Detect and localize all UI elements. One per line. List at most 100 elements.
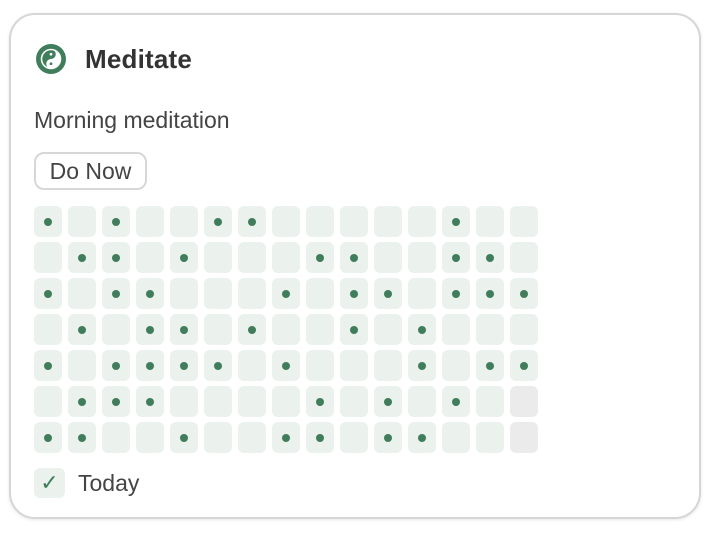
history-cell-done[interactable] — [170, 314, 198, 345]
history-cell[interactable] — [272, 314, 300, 345]
history-cell[interactable] — [442, 422, 470, 453]
history-cell[interactable] — [408, 278, 436, 309]
history-cell-done[interactable] — [170, 422, 198, 453]
today-checkbox[interactable]: ✓ — [34, 468, 65, 498]
history-cell-done[interactable] — [68, 422, 96, 453]
history-cell[interactable] — [238, 278, 266, 309]
history-cell[interactable] — [476, 386, 504, 417]
history-cell-done[interactable] — [102, 386, 130, 417]
history-cell[interactable] — [34, 314, 62, 345]
history-cell-done[interactable] — [272, 278, 300, 309]
history-cell-done[interactable] — [204, 206, 232, 237]
history-cell[interactable] — [204, 422, 232, 453]
history-cell[interactable] — [340, 422, 368, 453]
history-cell[interactable] — [170, 206, 198, 237]
history-cell[interactable] — [476, 422, 504, 453]
history-cell-done[interactable] — [34, 350, 62, 381]
history-cell[interactable] — [306, 278, 334, 309]
history-cell[interactable] — [102, 422, 130, 453]
history-cell-done[interactable] — [408, 314, 436, 345]
history-cell-done[interactable] — [476, 242, 504, 273]
history-cell[interactable] — [238, 422, 266, 453]
history-cell[interactable] — [136, 206, 164, 237]
history-cell-done[interactable] — [510, 350, 538, 381]
history-cell-done[interactable] — [170, 350, 198, 381]
history-cell[interactable] — [340, 386, 368, 417]
history-cell[interactable] — [102, 314, 130, 345]
history-cell-done[interactable] — [442, 206, 470, 237]
history-cell[interactable] — [306, 206, 334, 237]
history-cell[interactable] — [238, 350, 266, 381]
history-cell[interactable] — [510, 242, 538, 273]
do-now-button[interactable]: Do Now — [34, 152, 147, 190]
history-cell-done[interactable] — [68, 242, 96, 273]
history-cell-done[interactable] — [136, 386, 164, 417]
history-cell[interactable] — [272, 386, 300, 417]
history-cell[interactable] — [306, 350, 334, 381]
history-cell-done[interactable] — [476, 350, 504, 381]
history-cell-done[interactable] — [34, 278, 62, 309]
history-cell-done[interactable] — [408, 350, 436, 381]
history-cell[interactable] — [442, 314, 470, 345]
history-cell-done[interactable] — [102, 350, 130, 381]
history-cell[interactable] — [510, 314, 538, 345]
history-cell-done[interactable] — [68, 314, 96, 345]
history-cell[interactable] — [170, 278, 198, 309]
history-cell[interactable] — [510, 206, 538, 237]
history-cell[interactable] — [272, 242, 300, 273]
history-cell-done[interactable] — [204, 350, 232, 381]
history-cell[interactable] — [408, 242, 436, 273]
history-cell[interactable] — [170, 386, 198, 417]
history-cell-done[interactable] — [374, 278, 402, 309]
history-cell[interactable] — [68, 278, 96, 309]
history-cell-done[interactable] — [272, 422, 300, 453]
history-cell-done[interactable] — [374, 422, 402, 453]
history-cell[interactable] — [374, 206, 402, 237]
history-cell[interactable] — [204, 278, 232, 309]
history-cell-done[interactable] — [136, 314, 164, 345]
history-cell[interactable] — [204, 242, 232, 273]
history-cell-done[interactable] — [510, 278, 538, 309]
history-cell-done[interactable] — [102, 278, 130, 309]
history-cell-done[interactable] — [442, 242, 470, 273]
history-cell[interactable] — [374, 350, 402, 381]
history-cell-done[interactable] — [340, 278, 368, 309]
history-cell[interactable] — [442, 350, 470, 381]
history-cell-done[interactable] — [374, 386, 402, 417]
history-cell[interactable] — [136, 242, 164, 273]
history-cell-done[interactable] — [34, 422, 62, 453]
history-cell[interactable] — [408, 206, 436, 237]
history-cell[interactable] — [68, 206, 96, 237]
history-cell[interactable] — [34, 386, 62, 417]
history-cell-done[interactable] — [442, 278, 470, 309]
history-cell[interactable] — [340, 206, 368, 237]
history-cell-done[interactable] — [238, 206, 266, 237]
history-cell[interactable] — [68, 350, 96, 381]
history-cell[interactable] — [408, 386, 436, 417]
history-cell-done[interactable] — [68, 386, 96, 417]
history-cell-done[interactable] — [34, 206, 62, 237]
history-cell-done[interactable] — [102, 206, 130, 237]
history-cell[interactable] — [306, 314, 334, 345]
history-cell-done[interactable] — [408, 422, 436, 453]
history-cell[interactable] — [374, 314, 402, 345]
history-cell-done[interactable] — [102, 242, 130, 273]
history-cell-done[interactable] — [170, 242, 198, 273]
history-cell[interactable] — [204, 314, 232, 345]
history-cell-done[interactable] — [238, 314, 266, 345]
history-cell[interactable] — [340, 350, 368, 381]
history-cell[interactable] — [204, 386, 232, 417]
history-cell-done[interactable] — [476, 278, 504, 309]
history-cell-done[interactable] — [442, 386, 470, 417]
history-cell[interactable] — [476, 206, 504, 237]
history-cell-done[interactable] — [340, 242, 368, 273]
history-cell[interactable] — [476, 314, 504, 345]
history-cell-done[interactable] — [136, 278, 164, 309]
history-cell-done[interactable] — [306, 422, 334, 453]
history-cell[interactable] — [272, 206, 300, 237]
history-cell[interactable] — [374, 242, 402, 273]
history-cell[interactable] — [238, 242, 266, 273]
history-cell-done[interactable] — [306, 386, 334, 417]
history-cell[interactable] — [238, 386, 266, 417]
history-cell[interactable] — [136, 422, 164, 453]
